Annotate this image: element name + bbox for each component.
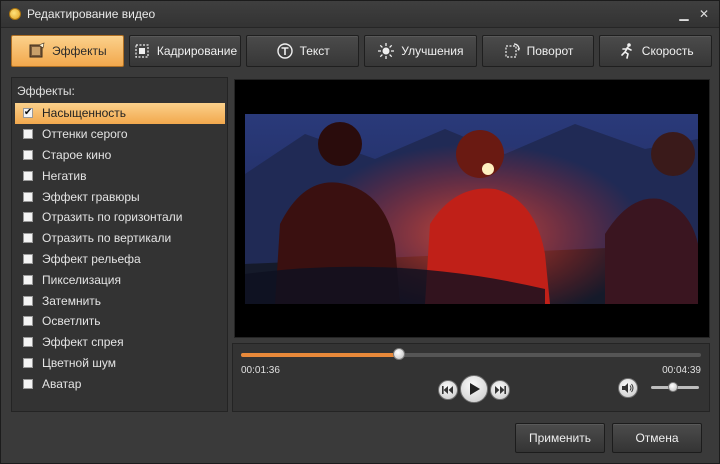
timeline-progress bbox=[241, 353, 400, 357]
effect-checkbox[interactable] bbox=[23, 337, 33, 348]
effect-label: Осветлить bbox=[42, 314, 101, 329]
skip-back-icon bbox=[442, 386, 453, 394]
effects-panel-title: Эффекты: bbox=[17, 84, 75, 98]
skip-back-button[interactable] bbox=[438, 380, 458, 400]
tool-tabs: Эффекты Кадрирование Текст Улучшения Пов… bbox=[11, 35, 713, 69]
tab-label: Эффекты bbox=[52, 44, 107, 58]
effect-item-negative[interactable]: Негатив bbox=[15, 165, 225, 186]
total-time: 00:04:39 bbox=[662, 365, 701, 376]
effect-checkbox[interactable] bbox=[23, 274, 33, 285]
effect-label: Аватар bbox=[42, 376, 82, 391]
effect-label: Оттенки серого bbox=[42, 127, 128, 142]
effect-item-spray[interactable]: Эффект спрея bbox=[15, 332, 225, 353]
video-editor-window: Редактирование видео ▁ ✕ Эффекты Кадриро… bbox=[0, 0, 720, 464]
effects-list: ✔ Насыщенность Оттенки серого Старое кин… bbox=[15, 103, 225, 394]
effect-checkbox[interactable] bbox=[23, 378, 33, 389]
effect-checkbox[interactable] bbox=[23, 316, 33, 327]
effect-item-color-noise[interactable]: Цветной шум bbox=[15, 353, 225, 374]
effect-item-saturation[interactable]: ✔ Насыщенность bbox=[15, 103, 225, 124]
effect-item-pixelate[interactable]: Пикселизация bbox=[15, 269, 225, 290]
effect-label: Эффект гравюры bbox=[42, 189, 140, 204]
effect-checkbox[interactable] bbox=[23, 253, 33, 264]
tab-label: Кадрирование bbox=[156, 44, 238, 58]
close-button[interactable]: ✕ bbox=[695, 5, 713, 23]
current-time: 00:01:36 bbox=[241, 365, 280, 376]
minimize-button[interactable]: ▁ bbox=[675, 5, 693, 23]
effect-label: Эффект спрея bbox=[42, 335, 124, 350]
effect-checkbox[interactable] bbox=[23, 170, 33, 181]
effect-item-engraving[interactable]: Эффект гравюры bbox=[15, 186, 225, 207]
effect-item-emboss[interactable]: Эффект рельефа bbox=[15, 249, 225, 270]
effect-checkbox[interactable] bbox=[23, 191, 33, 202]
effect-label: Эффект рельефа bbox=[42, 251, 141, 266]
effects-panel: Эффекты: ✔ Насыщенность Оттенки серого С… bbox=[11, 77, 228, 412]
video-preview[interactable] bbox=[234, 79, 710, 338]
tab-text[interactable]: Текст bbox=[246, 35, 360, 67]
effect-item-flip-horizontal[interactable]: Отразить по горизонтали bbox=[15, 207, 225, 228]
tab-enhance[interactable]: Улучшения bbox=[364, 35, 477, 67]
volume-handle[interactable] bbox=[667, 382, 678, 392]
timeline-slider[interactable] bbox=[241, 348, 701, 360]
video-frame-image bbox=[245, 114, 698, 304]
effect-label: Отразить по вертикали bbox=[42, 231, 172, 246]
rotate-icon bbox=[505, 43, 520, 58]
effects-icon bbox=[29, 42, 45, 58]
cancel-button[interactable]: Отмена bbox=[612, 423, 702, 453]
effect-checkbox[interactable] bbox=[23, 212, 33, 223]
volume-slider[interactable] bbox=[651, 382, 699, 392]
effect-item-flip-vertical[interactable]: Отразить по вертикали bbox=[15, 228, 225, 249]
effect-item-lighten[interactable]: Осветлить bbox=[15, 311, 225, 332]
window-controls: ▁ ✕ bbox=[675, 5, 713, 23]
effect-label: Старое кино bbox=[42, 147, 112, 162]
effect-checkbox[interactable] bbox=[23, 149, 33, 160]
text-icon bbox=[276, 43, 293, 59]
effect-checkbox[interactable]: ✔ bbox=[23, 108, 33, 119]
crop-icon bbox=[135, 44, 149, 58]
window-title: Редактирование видео bbox=[27, 7, 156, 21]
effect-label: Отразить по горизонтали bbox=[42, 210, 183, 225]
enhance-icon bbox=[378, 43, 395, 59]
tab-speed[interactable]: Скорость bbox=[599, 35, 713, 67]
effect-checkbox[interactable] bbox=[23, 295, 33, 306]
effect-checkbox[interactable] bbox=[23, 129, 33, 140]
effect-label: Цветной шум bbox=[42, 355, 116, 370]
effect-checkbox[interactable] bbox=[23, 357, 33, 368]
tab-label: Улучшения bbox=[401, 44, 464, 58]
effect-item-old-film[interactable]: Старое кино bbox=[15, 145, 225, 166]
skip-forward-icon bbox=[495, 386, 506, 394]
effect-label: Затемнить bbox=[42, 293, 102, 308]
video-scene-illustration bbox=[245, 114, 698, 304]
effect-label: Негатив bbox=[42, 168, 87, 183]
tab-label: Поворот bbox=[526, 44, 574, 58]
tab-crop[interactable]: Кадрирование bbox=[128, 35, 242, 67]
skip-forward-button[interactable] bbox=[490, 380, 510, 400]
play-button[interactable] bbox=[460, 375, 488, 403]
effect-checkbox[interactable] bbox=[23, 233, 33, 244]
effect-item-darken[interactable]: Затемнить bbox=[15, 290, 225, 311]
app-logo-icon bbox=[9, 8, 21, 20]
tab-rotate[interactable]: Поворот bbox=[481, 35, 595, 67]
timeline-handle[interactable] bbox=[393, 348, 406, 360]
playback-controls: 00:01:36 00:04:39 bbox=[232, 343, 710, 412]
play-icon bbox=[470, 383, 480, 395]
speed-icon bbox=[620, 43, 632, 59]
effect-label: Пикселизация bbox=[42, 272, 121, 287]
effect-item-avatar[interactable]: Аватар bbox=[15, 373, 225, 394]
apply-button[interactable]: Применить bbox=[515, 423, 605, 453]
tab-label: Текст bbox=[299, 44, 330, 58]
volume-button[interactable] bbox=[618, 378, 638, 398]
tab-effects[interactable]: Эффекты bbox=[11, 35, 124, 67]
speaker-icon bbox=[622, 383, 634, 393]
title-bar: Редактирование видео ▁ ✕ bbox=[1, 1, 719, 28]
effect-label: Насыщенность bbox=[42, 106, 127, 121]
tab-label: Скорость bbox=[641, 44, 694, 58]
effect-item-grayscale[interactable]: Оттенки серого bbox=[15, 124, 225, 145]
